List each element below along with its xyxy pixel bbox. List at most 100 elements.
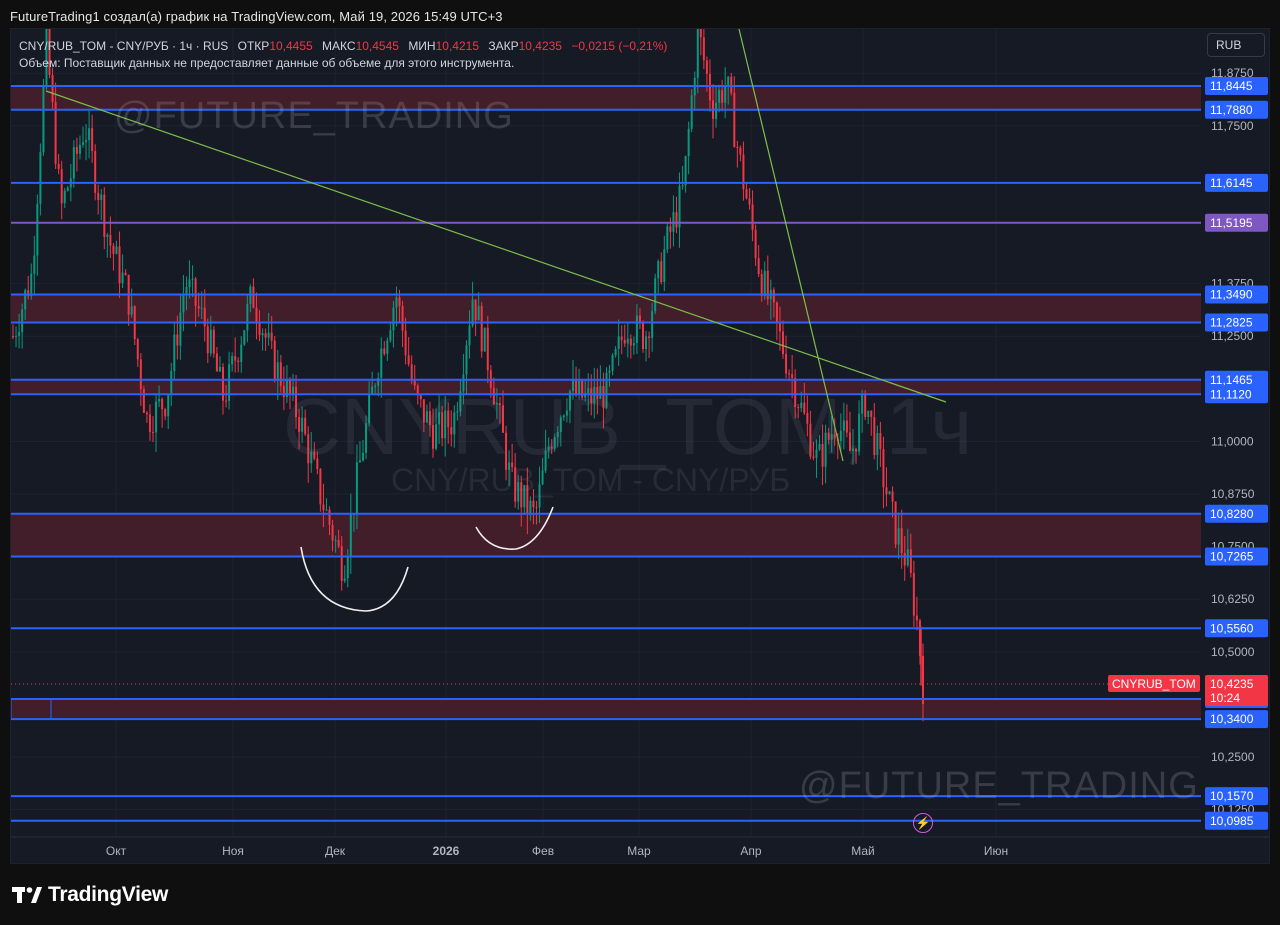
candle-body <box>812 456 815 458</box>
y-axis-tick: 10,6250 <box>1211 592 1255 606</box>
candle-body <box>255 307 258 322</box>
candle-body <box>331 524 334 541</box>
candle-body <box>355 462 358 514</box>
candle-body <box>702 37 705 61</box>
candle-body <box>57 163 60 170</box>
candle-body <box>231 356 234 365</box>
candle-body <box>715 102 718 119</box>
candle-body <box>505 432 508 470</box>
candle-body <box>590 388 593 404</box>
candle-body <box>678 185 681 228</box>
resistance-zone <box>11 698 1201 720</box>
x-axis-tick: Окт <box>106 844 127 858</box>
open-value: 10,4455 <box>269 39 313 53</box>
candle-body <box>852 448 854 451</box>
level-price-label: 10,5560 <box>1210 621 1254 635</box>
candle-body <box>237 360 240 363</box>
candle-body <box>903 553 906 566</box>
candle-body <box>161 398 164 410</box>
candle-body <box>435 424 438 449</box>
candle-body <box>681 185 684 187</box>
y-axis-tick: 11,7500 <box>1211 119 1254 133</box>
candle-body <box>301 417 304 432</box>
candle-body <box>349 513 352 556</box>
candle-body <box>118 246 121 284</box>
candle-body <box>541 470 544 485</box>
candle-body <box>909 549 912 573</box>
candle-body <box>529 500 532 514</box>
candle-body <box>322 504 325 511</box>
candle-body <box>270 332 273 341</box>
candle-body <box>240 344 243 363</box>
candle-body <box>112 245 115 254</box>
candle-body <box>794 377 797 408</box>
candle-body <box>608 370 611 373</box>
candle-body <box>885 487 888 495</box>
symbol-tag-label: CNYRUB_TOM <box>1112 677 1196 691</box>
candle-body <box>855 448 858 452</box>
y-axis-tick: 10,5000 <box>1211 645 1255 659</box>
candle-body <box>511 462 514 468</box>
candle-body <box>176 334 179 346</box>
price-chart[interactable]: 11,875011,750011,375011,250011,000010,87… <box>11 29 1270 864</box>
candle-body <box>821 443 824 467</box>
candle-body <box>234 356 237 361</box>
currency-button[interactable]: RUB <box>1207 33 1265 57</box>
candle-body <box>827 432 830 440</box>
candle-body <box>252 286 255 308</box>
y-axis-tick: 11,0000 <box>1211 434 1254 448</box>
high-value: 10,4545 <box>355 39 399 53</box>
lightning-icon[interactable]: ⚡ <box>913 813 933 833</box>
candle-body <box>365 423 368 453</box>
candle-body <box>63 190 66 204</box>
candle-body <box>282 385 285 398</box>
candle-body <box>261 333 264 336</box>
candle-body <box>754 229 757 259</box>
candle-body <box>42 84 45 153</box>
candle-body <box>559 417 562 432</box>
chart-area[interactable]: 11,8750 11,7500 11,3750 11,2500 11,0000 10,87… <box>10 28 1270 864</box>
ohlc-legend: CNY/RUB_TOM - CNY/РУБ · 1ч · RUS ОТКР10,… <box>19 39 667 53</box>
symbol-info[interactable]: CNY/RUB_TOM - CNY/РУБ · 1ч · RUS <box>19 39 228 53</box>
candle-body <box>724 86 727 103</box>
candle-body <box>273 340 276 380</box>
candle-body <box>276 362 279 380</box>
x-axis-tick: 2026 <box>433 844 460 858</box>
candle-body <box>763 270 766 297</box>
close-value: 10,4235 <box>518 39 562 53</box>
candle-body <box>456 411 459 413</box>
candle-body <box>806 413 809 424</box>
candle-body <box>368 393 371 424</box>
candle-body <box>328 509 331 525</box>
candle-body <box>97 192 100 201</box>
tradingview-logo-icon <box>12 887 42 903</box>
candle-body <box>173 334 176 371</box>
candle-body <box>660 261 663 283</box>
candle-body <box>587 388 590 394</box>
resistance-zone <box>11 86 1201 110</box>
candle-body <box>602 385 605 408</box>
candle-body <box>109 234 112 246</box>
candle-body <box>453 412 456 435</box>
level-price-label: 11,7880 <box>1210 103 1253 117</box>
candle-body <box>340 546 343 581</box>
candle-body <box>666 226 669 250</box>
candle-body <box>739 147 742 155</box>
candle-body <box>432 425 434 449</box>
candle-body <box>818 443 821 450</box>
candle-body <box>870 410 873 418</box>
candle-body <box>100 194 103 201</box>
candle-body <box>295 386 298 418</box>
candle-body <box>629 338 632 346</box>
candle-body <box>803 402 806 414</box>
level-price-label: 11,3490 <box>1210 288 1253 302</box>
candle-body <box>775 302 778 322</box>
candle-body <box>225 400 228 402</box>
candle-body <box>915 615 918 621</box>
candle-body <box>642 322 644 350</box>
low-value: 10,4215 <box>435 39 479 53</box>
candle-body <box>188 279 191 288</box>
candle-body <box>842 420 845 431</box>
candle-body <box>782 331 784 355</box>
candle-body <box>215 353 218 372</box>
